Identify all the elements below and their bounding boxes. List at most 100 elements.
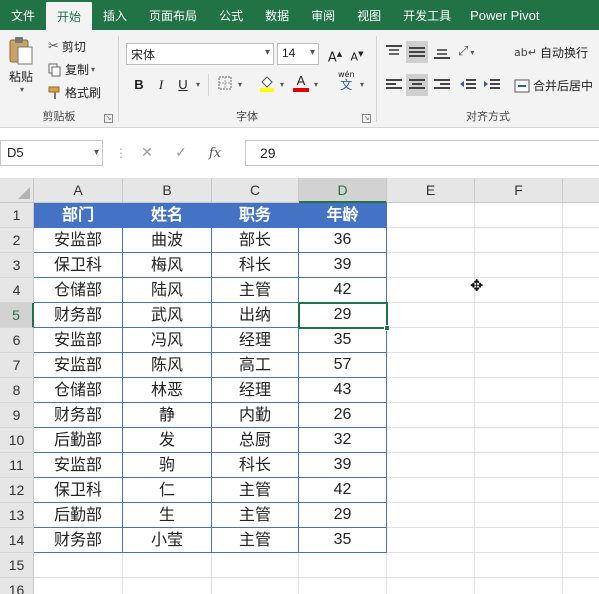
font-size-select[interactable]: 14 ▾ <box>277 43 319 65</box>
decrease-indent-icon[interactable] <box>460 78 476 92</box>
table-cell[interactable]: 43 <box>299 378 387 403</box>
table-cell[interactable]: 32 <box>299 428 387 453</box>
table-cell[interactable]: 静 <box>123 403 212 428</box>
table-cell[interactable]: 保卫科 <box>34 478 123 503</box>
row-header-4[interactable]: 4 <box>0 278 34 303</box>
borders-dropdown-icon[interactable]: ▾ <box>238 80 242 89</box>
cell[interactable] <box>475 353 563 378</box>
row-header-11[interactable]: 11 <box>0 453 34 478</box>
cancel-icon[interactable]: ✕ <box>130 145 164 161</box>
row-header-10[interactable]: 10 <box>0 428 34 453</box>
row-header-8[interactable]: 8 <box>0 378 34 403</box>
cell[interactable] <box>563 503 599 528</box>
table-cell[interactable]: 主管 <box>212 478 299 503</box>
align-middle-button[interactable] <box>406 41 428 63</box>
wrap-text-button[interactable]: ab↵ 自动换行 <box>514 44 588 61</box>
tab-view[interactable]: 视图 <box>346 0 392 30</box>
table-cell[interactable]: 29 <box>299 503 387 528</box>
column-header-e[interactable]: E <box>387 178 475 203</box>
cell[interactable] <box>475 303 563 328</box>
table-cell[interactable]: 高工 <box>212 353 299 378</box>
row-header-6[interactable]: 6 <box>0 328 34 353</box>
row-header-13[interactable]: 13 <box>0 503 34 528</box>
tab-insert[interactable]: 插入 <box>92 0 138 30</box>
merge-center-button[interactable]: 合并后居中 <box>514 77 593 94</box>
cell[interactable] <box>299 578 387 594</box>
orientation-button[interactable]: ⤢ ▾ <box>458 44 474 59</box>
table-cell[interactable]: 安监部 <box>34 228 123 253</box>
cut-button[interactable]: ✂ 剪切 <box>48 38 86 55</box>
tab-developer[interactable]: 开发工具 <box>392 0 462 30</box>
decrease-font-size-button[interactable]: A▼ <box>348 45 366 64</box>
align-left-icon[interactable] <box>386 78 402 92</box>
formula-input[interactable]: 29 <box>245 140 599 166</box>
cell[interactable] <box>563 403 599 428</box>
table-cell[interactable]: 35 <box>299 528 387 553</box>
cell[interactable] <box>475 278 563 303</box>
paste-dropdown-icon[interactable]: ▾ <box>20 85 24 94</box>
table-cell[interactable]: 冯风 <box>123 328 212 353</box>
cell[interactable] <box>475 478 563 503</box>
cell[interactable] <box>475 228 563 253</box>
table-cell[interactable]: 发 <box>123 428 212 453</box>
cell[interactable] <box>563 353 599 378</box>
table-cell[interactable]: 安监部 <box>34 453 123 478</box>
cell[interactable] <box>475 403 563 428</box>
cell[interactable] <box>34 553 123 578</box>
table-cell[interactable]: 曲波 <box>123 228 212 253</box>
table-cell[interactable]: 35 <box>299 328 387 353</box>
cell[interactable] <box>387 353 475 378</box>
row-header-2[interactable]: 2 <box>0 228 34 253</box>
cell[interactable] <box>475 253 563 278</box>
italic-button[interactable]: I <box>152 76 170 94</box>
cell[interactable] <box>475 453 563 478</box>
cell[interactable] <box>387 528 475 553</box>
cell[interactable] <box>387 503 475 528</box>
row-header-5[interactable]: 5 <box>0 303 34 328</box>
row-header-7[interactable]: 7 <box>0 353 34 378</box>
table-cell[interactable]: 出纳 <box>212 303 299 328</box>
tab-formulas[interactable]: 公式 <box>208 0 254 30</box>
cell[interactable] <box>387 328 475 353</box>
row-header-14[interactable]: 14 <box>0 528 34 553</box>
cell[interactable] <box>563 578 599 594</box>
phonetic-button[interactable]: wén 文 <box>338 70 355 91</box>
cell[interactable] <box>475 503 563 528</box>
cell[interactable] <box>387 203 475 228</box>
column-header-f[interactable]: F <box>475 178 563 203</box>
table-cell[interactable]: 部长 <box>212 228 299 253</box>
column-header-d[interactable]: D <box>299 178 387 203</box>
fill-color-button[interactable] <box>258 74 276 92</box>
enter-icon[interactable]: ✓ <box>164 145 198 161</box>
table-cell[interactable]: 财务部 <box>34 303 123 328</box>
cell[interactable] <box>299 553 387 578</box>
fill-color-dropdown-icon[interactable]: ▾ <box>280 80 284 89</box>
cell[interactable] <box>123 578 212 594</box>
cell[interactable] <box>475 428 563 453</box>
cell[interactable] <box>475 528 563 553</box>
cell[interactable] <box>387 278 475 303</box>
underline-dropdown-icon[interactable]: ▾ <box>196 80 200 89</box>
table-cell[interactable]: 科长 <box>212 453 299 478</box>
table-cell[interactable]: 39 <box>299 253 387 278</box>
column-header-a[interactable]: A <box>34 178 123 203</box>
cell[interactable] <box>123 553 212 578</box>
cell[interactable] <box>212 553 299 578</box>
cell[interactable] <box>475 553 563 578</box>
cell[interactable] <box>387 553 475 578</box>
row-header-1[interactable]: 1 <box>0 203 34 228</box>
fill-handle[interactable] <box>384 325 390 331</box>
cell[interactable] <box>563 528 599 553</box>
table-cell[interactable]: 后勤部 <box>34 503 123 528</box>
cell[interactable] <box>563 253 599 278</box>
table-cell[interactable]: 42 <box>299 278 387 303</box>
insert-function-icon[interactable]: fx <box>198 146 232 161</box>
cell[interactable] <box>475 328 563 353</box>
worksheet-grid[interactable]: ABCDEF 1 2 3 4 5 6 7 8 9 10 11 12 13 14 15 16 部门 姓名 职务 年龄安… <box>0 178 599 594</box>
align-center-button[interactable] <box>406 74 428 96</box>
row-header-16[interactable]: 16 <box>0 578 34 594</box>
table-cell[interactable]: 42 <box>299 478 387 503</box>
cell[interactable] <box>387 428 475 453</box>
cell[interactable] <box>34 578 123 594</box>
table-cell[interactable]: 经理 <box>212 378 299 403</box>
